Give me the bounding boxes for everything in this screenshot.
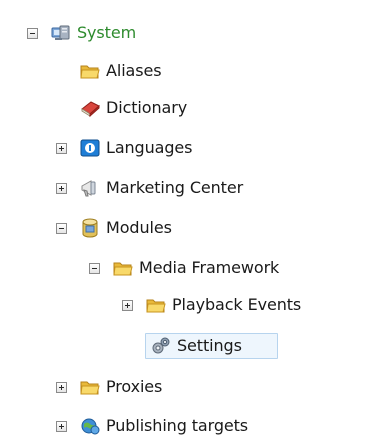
tree-label-proxies: Proxies — [106, 377, 163, 396]
tree-label-media-framework: Media Framework — [139, 258, 280, 277]
collapse-toggle-system[interactable] — [27, 28, 38, 39]
globe-icon — [79, 415, 101, 437]
tree-node-playback-events[interactable]: Playback Events — [0, 290, 384, 320]
tree-label-marketing-center: Marketing Center — [106, 178, 244, 197]
tree-label-languages: Languages — [106, 138, 193, 157]
system-icon — [50, 22, 72, 44]
expand-toggle-marketing-center[interactable] — [56, 183, 67, 194]
globe-flag-icon — [79, 137, 101, 159]
tree-node-dictionary[interactable]: Dictionary — [0, 93, 384, 123]
tree-label-publishing-targets: Publishing targets — [106, 416, 249, 435]
gears-icon — [150, 335, 172, 357]
tree-label-dictionary: Dictionary — [106, 98, 188, 117]
expand-toggle-publishing-targets[interactable] — [56, 421, 67, 432]
expand-toggle-languages[interactable] — [56, 143, 67, 154]
tree-label-modules: Modules — [106, 218, 172, 237]
tree-node-settings[interactable]: Settings — [0, 331, 384, 361]
folder-icon — [79, 60, 101, 82]
megaphone-icon — [79, 177, 101, 199]
tree-node-marketing-center[interactable]: Marketing Center — [0, 173, 384, 203]
tree-node-system[interactable]: System — [0, 18, 384, 48]
folder-icon — [79, 376, 101, 398]
tree-node-proxies[interactable]: Proxies — [0, 372, 384, 402]
tree-node-aliases[interactable]: Aliases — [0, 56, 384, 86]
tree-node-modules[interactable]: Modules — [0, 213, 384, 243]
collapse-toggle-modules[interactable] — [56, 223, 67, 234]
tree-label-system: System — [77, 23, 137, 42]
tree-label-aliases: Aliases — [106, 61, 162, 80]
tree-node-publishing-targets[interactable]: Publishing targets — [0, 411, 384, 441]
book-icon — [79, 97, 101, 119]
folder-icon — [112, 257, 134, 279]
folder-icon — [145, 294, 167, 316]
collapse-toggle-media-framework[interactable] — [89, 263, 100, 274]
tree-node-media-framework[interactable]: Media Framework — [0, 253, 384, 283]
expand-toggle-playback-events[interactable] — [122, 300, 133, 311]
content-tree: System Aliases Dictionary Languages Mark… — [0, 0, 384, 445]
tree-label-settings: Settings — [177, 336, 242, 355]
tree-node-languages[interactable]: Languages — [0, 133, 384, 163]
expand-toggle-proxies[interactable] — [56, 382, 67, 393]
tree-label-playback-events: Playback Events — [172, 295, 302, 314]
cylinder-icon — [79, 217, 101, 239]
